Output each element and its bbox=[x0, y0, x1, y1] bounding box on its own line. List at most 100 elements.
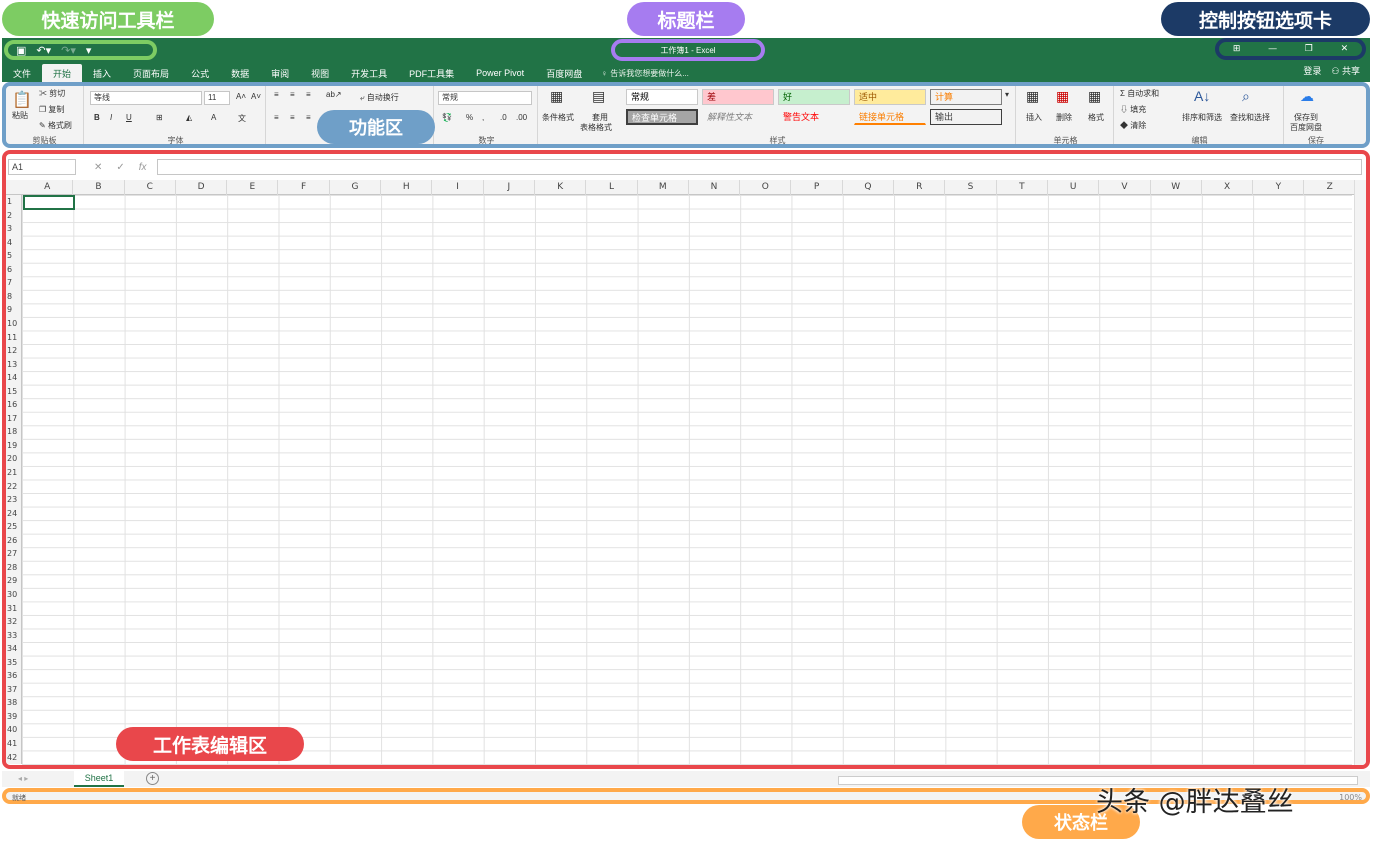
column-header-x[interactable]: X bbox=[1202, 180, 1254, 195]
row-header-19[interactable]: 19 bbox=[6, 439, 22, 453]
row-header-4[interactable]: 4 bbox=[6, 236, 22, 250]
delete-cells-icon[interactable]: ▦ bbox=[1056, 88, 1069, 105]
tab-power-pivot[interactable]: Power Pivot bbox=[465, 64, 535, 82]
row-header-12[interactable]: 12 bbox=[6, 344, 22, 358]
align-middle-icon[interactable]: ≡ bbox=[290, 90, 295, 99]
column-header-c[interactable]: C bbox=[125, 180, 176, 195]
align-bottom-icon[interactable]: ≡ bbox=[306, 90, 311, 99]
row-header-28[interactable]: 28 bbox=[6, 561, 22, 575]
tab-review[interactable]: 审阅 bbox=[260, 64, 300, 82]
border-icon[interactable]: ⊞ bbox=[156, 113, 163, 122]
row-header-2[interactable]: 2 bbox=[6, 209, 22, 223]
cancel-icon[interactable]: ✕ bbox=[94, 162, 102, 173]
column-header-a[interactable]: A bbox=[22, 180, 74, 195]
column-header-f[interactable]: F bbox=[279, 180, 330, 195]
align-left-icon[interactable]: ≡ bbox=[274, 113, 279, 122]
conditional-format-icon[interactable]: ▦ bbox=[550, 88, 563, 105]
row-header-30[interactable]: 30 bbox=[6, 588, 22, 602]
align-top-icon[interactable]: ≡ bbox=[274, 90, 279, 99]
minimize-icon[interactable]: — bbox=[1268, 44, 1277, 54]
autosum-button[interactable]: Σ 自动求和 bbox=[1120, 88, 1159, 99]
tell-me-box[interactable]: ♀ 告诉我您想要做什么... bbox=[601, 64, 689, 82]
styles-more-icon[interactable]: ▾ bbox=[1005, 90, 1009, 99]
font-name-select[interactable]: 等线 bbox=[90, 91, 202, 105]
underline-icon[interactable]: U bbox=[126, 113, 132, 122]
enter-icon[interactable]: ✓ bbox=[116, 162, 124, 173]
clear-button[interactable]: ◆ 清除 bbox=[1120, 120, 1146, 131]
row-header-21[interactable]: 21 bbox=[6, 466, 22, 480]
tab-formulas[interactable]: 公式 bbox=[180, 64, 220, 82]
style-check-cell[interactable]: 检查单元格 bbox=[626, 109, 698, 125]
prev-sheet-icon[interactable]: ◂ ▸ bbox=[18, 774, 28, 783]
row-header-9[interactable]: 9 bbox=[6, 303, 22, 317]
style-warning[interactable]: 警告文本 bbox=[778, 109, 850, 125]
customize-qat-icon[interactable]: ▾ bbox=[86, 44, 92, 57]
column-header-u[interactable]: U bbox=[1048, 180, 1100, 195]
column-header-p[interactable]: P bbox=[792, 180, 843, 195]
tab-data[interactable]: 数据 bbox=[220, 64, 260, 82]
redo-icon[interactable]: ↷▾ bbox=[61, 44, 76, 57]
row-header-8[interactable]: 8 bbox=[6, 290, 22, 304]
insert-cells-button[interactable]: 插入 bbox=[1026, 112, 1042, 123]
style-bad[interactable]: 差 bbox=[702, 89, 774, 105]
row-header-22[interactable]: 22 bbox=[6, 480, 22, 494]
row-header-1[interactable]: 1 bbox=[6, 195, 22, 209]
row-header-16[interactable]: 16 bbox=[6, 398, 22, 412]
table-format-icon[interactable]: ▤ bbox=[592, 88, 605, 105]
tab-page-layout[interactable]: 页面布局 bbox=[122, 64, 180, 82]
row-header-15[interactable]: 15 bbox=[6, 385, 22, 399]
save-to-line2[interactable]: 百度网盘 bbox=[1290, 122, 1322, 133]
font-color-icon[interactable]: A bbox=[211, 113, 216, 122]
zoom-level[interactable]: 100% bbox=[1339, 793, 1362, 802]
row-header-37[interactable]: 37 bbox=[6, 683, 22, 697]
column-header-w[interactable]: W bbox=[1151, 180, 1202, 195]
column-header-d[interactable]: D bbox=[176, 180, 228, 195]
tab-developer[interactable]: 开发工具 bbox=[340, 64, 398, 82]
table-format-line2[interactable]: 表格格式 bbox=[580, 122, 612, 133]
find-icon[interactable]: ⌕ bbox=[1242, 88, 1250, 105]
style-neutral[interactable]: 适中 bbox=[854, 89, 926, 105]
sort-filter-button[interactable]: 排序和筛选 bbox=[1182, 112, 1222, 123]
conditional-format-button[interactable]: 条件格式 bbox=[542, 112, 574, 123]
tab-insert[interactable]: 插入 bbox=[82, 64, 122, 82]
tab-pdf[interactable]: PDF工具集 bbox=[398, 64, 465, 82]
comma-icon[interactable]: , bbox=[482, 113, 484, 122]
row-header-41[interactable]: 41 bbox=[6, 737, 22, 751]
column-header-k[interactable]: K bbox=[535, 180, 587, 195]
row-header-24[interactable]: 24 bbox=[6, 507, 22, 521]
row-header-7[interactable]: 7 bbox=[6, 276, 22, 290]
paste-button[interactable]: 粘贴 bbox=[12, 110, 28, 121]
column-header-g[interactable]: G bbox=[330, 180, 382, 195]
italic-icon[interactable]: I bbox=[110, 113, 112, 122]
column-header-i[interactable]: I bbox=[432, 180, 484, 195]
row-header-40[interactable]: 40 bbox=[6, 723, 22, 737]
row-header-13[interactable]: 13 bbox=[6, 358, 22, 372]
restore-icon[interactable]: ❐ bbox=[1305, 44, 1313, 54]
formula-input[interactable] bbox=[156, 159, 1362, 175]
style-output[interactable]: 输出 bbox=[930, 109, 1002, 125]
copy-button[interactable]: ❐ 复制 bbox=[39, 104, 64, 115]
column-header-e[interactable]: E bbox=[227, 180, 279, 195]
align-right-icon[interactable]: ≡ bbox=[306, 113, 311, 122]
ribbon-display-icon[interactable]: ⊞ bbox=[1233, 44, 1241, 54]
row-header-25[interactable]: 25 bbox=[6, 520, 22, 534]
tab-home[interactable]: 开始 bbox=[42, 64, 83, 82]
row-header-36[interactable]: 36 bbox=[6, 669, 22, 683]
delete-cells-button[interactable]: 删除 bbox=[1056, 112, 1072, 123]
column-header-b[interactable]: B bbox=[73, 180, 125, 195]
tab-file[interactable]: 文件 bbox=[2, 64, 42, 82]
row-header-26[interactable]: 26 bbox=[6, 534, 22, 548]
row-header-3[interactable]: 3 bbox=[6, 222, 22, 236]
format-painter-button[interactable]: ✎ 格式刷 bbox=[39, 120, 72, 131]
decrease-decimal-icon[interactable]: .00 bbox=[516, 113, 527, 122]
row-header-17[interactable]: 17 bbox=[6, 412, 22, 426]
vertical-scrollbar[interactable] bbox=[1354, 180, 1366, 765]
tab-baidu[interactable]: 百度网盘 bbox=[535, 64, 593, 82]
column-header-t[interactable]: T bbox=[997, 180, 1048, 195]
row-header-42[interactable]: 42 bbox=[6, 751, 22, 765]
row-header-18[interactable]: 18 bbox=[6, 425, 22, 439]
phonetic-icon[interactable]: 文 bbox=[238, 113, 246, 124]
sort-filter-icon[interactable]: A↓ bbox=[1194, 88, 1210, 104]
bold-icon[interactable]: B bbox=[94, 113, 100, 122]
row-header-27[interactable]: 27 bbox=[6, 547, 22, 561]
